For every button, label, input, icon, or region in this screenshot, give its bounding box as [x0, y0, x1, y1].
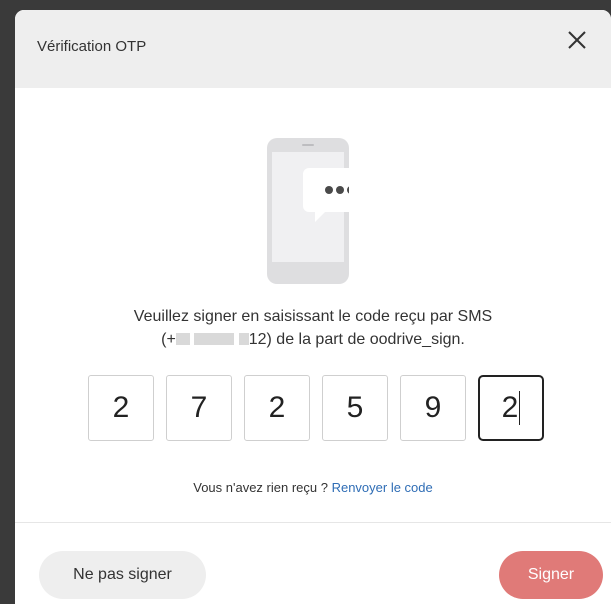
decline-button[interactable]: Ne pas signer [39, 551, 206, 599]
otp-digit-input[interactable]: 7 [166, 375, 232, 441]
otp-digit-input[interactable]: 2 [244, 375, 310, 441]
footer-divider [15, 522, 611, 523]
modal-title: Vérification OTP [37, 38, 147, 55]
phone-prefix: (+ [161, 331, 176, 348]
phone-mask [175, 333, 190, 345]
otp-modal: Vérification OTP Veuillez signer en sais… [15, 10, 611, 604]
otp-digit-input[interactable]: 2 [88, 375, 154, 441]
modal-header: Vérification OTP [15, 10, 611, 88]
message-line-2-rest: de la part de oodrive_sign. [271, 331, 465, 348]
close-icon[interactable] [565, 28, 589, 52]
resend-row: Vous n'avez rien reçu ? Renvoyer le code [15, 480, 611, 495]
sign-button[interactable]: Signer [499, 551, 603, 599]
phone-suffix: 12) [248, 331, 272, 348]
modal-body: Veuillez signer en saisissant le code re… [15, 88, 611, 522]
otp-digit-input[interactable]: 9 [400, 375, 466, 441]
resend-code-link[interactable]: Renvoyer le code [332, 480, 433, 495]
otp-digit-input-active[interactable]: 2 [478, 375, 544, 441]
otp-input-group: 2 7 2 5 9 2 [88, 375, 544, 441]
otp-digit-input[interactable]: 5 [322, 375, 388, 441]
resend-prompt: Vous n'avez rien reçu ? [193, 480, 332, 495]
phone-mask [194, 333, 235, 345]
message-line-1: Veuillez signer en saisissant le code re… [133, 308, 493, 325]
message-line-2: (+ 12) de la part de oodrive_sign. [15, 328, 611, 351]
phone-mask [238, 333, 249, 345]
text-caret [519, 391, 521, 425]
phone-sms-icon [267, 138, 349, 284]
otp-message: Veuillez signer en saisissant le code re… [15, 305, 611, 351]
